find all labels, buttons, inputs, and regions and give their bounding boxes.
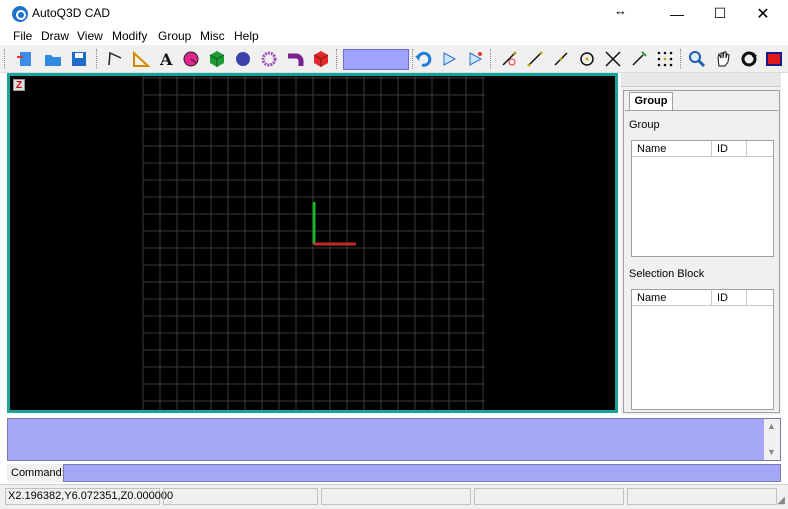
torus-icon[interactable] — [258, 48, 280, 70]
menu-misc[interactable]: Misc — [200, 29, 225, 43]
line-icon[interactable] — [524, 48, 546, 70]
menu-draw[interactable]: Draw — [41, 29, 69, 43]
drawing-viewport[interactable]: Z — [7, 73, 618, 413]
new-icon[interactable] — [14, 48, 36, 70]
status-cell-4 — [474, 488, 624, 505]
group-list[interactable]: Name ID — [631, 140, 774, 257]
pipe-icon[interactable] — [284, 48, 306, 70]
point-grid-icon[interactable] — [654, 48, 676, 70]
menu-help[interactable]: Help — [234, 29, 259, 43]
undo-icon[interactable] — [412, 48, 434, 70]
toolbar-separator — [96, 49, 98, 69]
layer-color-box[interactable] — [343, 49, 409, 70]
toolbar-separator — [4, 49, 6, 69]
tab-group[interactable]: Group — [629, 92, 673, 110]
sphere-pink-icon[interactable] — [180, 48, 202, 70]
cube-icon[interactable] — [206, 48, 228, 70]
status-cell-5 — [627, 488, 777, 505]
menu-file[interactable]: File — [13, 29, 32, 43]
selection-block-label: Selection Block — [629, 268, 705, 280]
svg-text:A: A — [159, 50, 173, 68]
dimension-icon[interactable] — [130, 48, 152, 70]
close-button[interactable]: ✕ — [740, 0, 786, 27]
command-label: Command: — [11, 467, 65, 479]
toolbar-separator — [336, 49, 338, 69]
toolbar-separator — [490, 49, 492, 69]
sphere-icon[interactable] — [232, 48, 254, 70]
status-coordinates: X2.196382,Y6.072351,Z0.000000 — [5, 488, 173, 505]
minimize-button[interactable]: — — [654, 0, 700, 27]
toolbar-separator — [680, 49, 682, 69]
render-icon[interactable] — [763, 48, 785, 70]
menu-bar: File Draw View Modify Group Misc Help — [0, 27, 788, 45]
open-folder-icon[interactable] — [42, 48, 64, 70]
line-edit-icon[interactable] — [550, 48, 572, 70]
panel-header — [621, 73, 781, 87]
status-bar: X2.196382,Y6.072351,Z0.000000 ◢ — [0, 484, 788, 509]
line-point-icon[interactable] — [498, 48, 520, 70]
status-cell-3 — [321, 488, 471, 505]
box-red-icon[interactable] — [310, 48, 332, 70]
column-id[interactable]: ID — [712, 290, 747, 306]
app-logo-icon — [12, 6, 28, 22]
panel-body: Group Group Name ID Selection Block Name… — [623, 90, 780, 413]
trim-icon[interactable] — [628, 48, 650, 70]
command-output[interactable]: ▲ ▼ — [7, 418, 781, 461]
toolbar: A — [0, 45, 788, 73]
column-id[interactable]: ID — [712, 141, 747, 157]
command-output-scrollbar[interactable]: ▲ ▼ — [764, 419, 780, 460]
maximize-button[interactable]: ☐ — [697, 0, 743, 27]
menu-group[interactable]: Group — [158, 29, 191, 43]
z-axis-badge: Z — [13, 79, 25, 91]
circle-icon[interactable] — [576, 48, 598, 70]
cross-icon[interactable] — [602, 48, 624, 70]
column-name[interactable]: Name — [632, 141, 712, 157]
command-input[interactable] — [63, 464, 781, 482]
group-section-label: Group — [629, 119, 660, 131]
rotate-icon[interactable] — [738, 48, 760, 70]
selection-list-header: Name ID — [632, 290, 773, 306]
selection-block-list[interactable]: Name ID — [631, 289, 774, 410]
group-tab-page: Group Name ID Selection Block Name ID — [625, 110, 778, 412]
title-bar: AutoQ3D CAD ↔ — ☐ ✕ — [0, 0, 788, 27]
resize-arrows-icon: ↔ — [614, 3, 627, 18]
menu-modify[interactable]: Modify — [112, 29, 147, 43]
column-name[interactable]: Name — [632, 290, 712, 306]
scroll-up-icon[interactable]: ▲ — [767, 421, 776, 431]
save-icon[interactable] — [68, 48, 90, 70]
play-icon[interactable] — [438, 48, 460, 70]
scroll-down-icon[interactable]: ▼ — [767, 447, 776, 457]
command-row: Command: — [7, 464, 781, 482]
polyline-icon[interactable] — [104, 48, 126, 70]
status-cell-2 — [163, 488, 318, 505]
right-panel: Group Group Name ID Selection Block Name… — [621, 73, 781, 415]
grid-canvas[interactable] — [10, 76, 615, 410]
text-icon[interactable]: A — [155, 48, 177, 70]
pan-hand-icon[interactable] — [712, 48, 734, 70]
group-list-header: Name ID — [632, 141, 773, 157]
menu-view[interactable]: View — [77, 29, 103, 43]
window-title: AutoQ3D CAD — [32, 6, 111, 20]
play-select-icon[interactable] — [464, 48, 486, 70]
resize-grip-icon[interactable]: ◢ — [777, 495, 785, 506]
zoom-icon[interactable] — [686, 48, 708, 70]
